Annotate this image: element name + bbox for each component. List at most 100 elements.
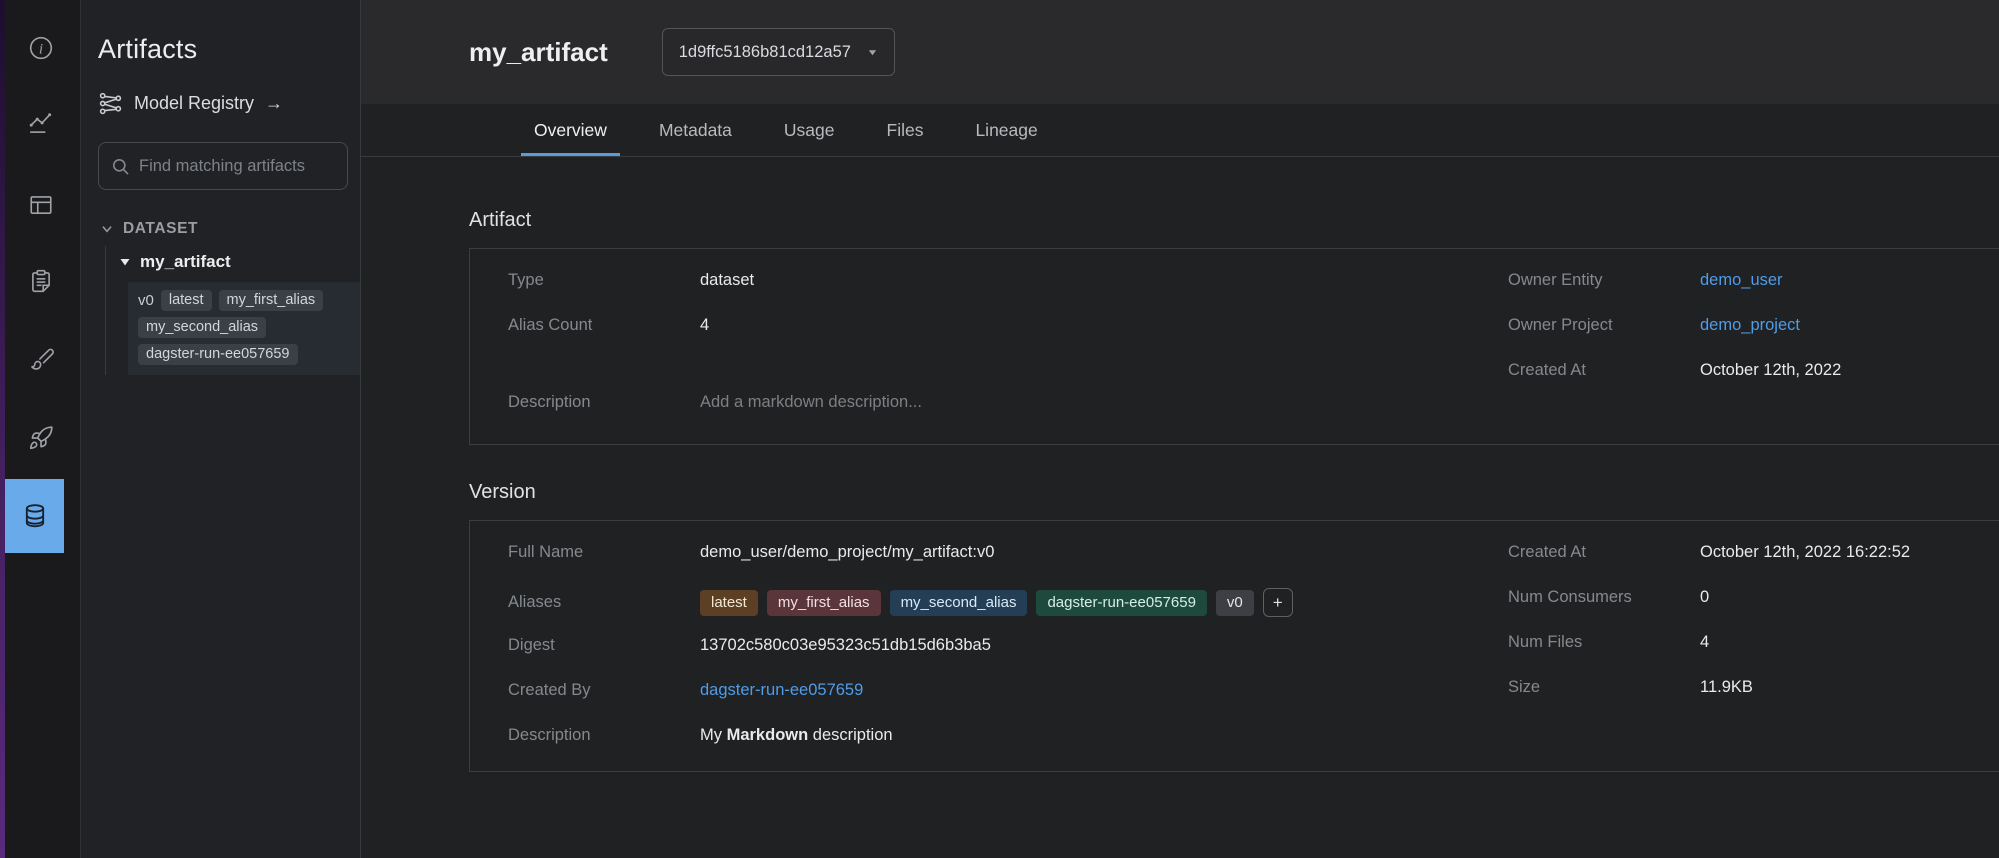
alias-badge: dagster-run-ee057659: [138, 344, 298, 365]
field-type: Type dataset: [508, 271, 1508, 290]
version-description-value: My Markdown description: [700, 726, 893, 745]
field-value: dataset: [700, 271, 754, 290]
sidebar-title: Artifacts: [98, 34, 348, 65]
field-label: Num Consumers: [1508, 588, 1700, 607]
artifact-panel: Type dataset Alias Count 4 Description A…: [469, 248, 1999, 445]
tree-node-dataset[interactable]: DATASET: [98, 220, 348, 238]
description-text: My: [700, 726, 727, 744]
field-label: Num Files: [1508, 633, 1700, 652]
field-label: Created At: [1508, 361, 1700, 380]
chevron-down-icon: [867, 47, 878, 58]
field-alias-count: Alias Count 4: [508, 316, 1508, 335]
field-label: Owner Project: [1508, 316, 1700, 335]
add-alias-button[interactable]: +: [1263, 588, 1293, 617]
tab-lineage[interactable]: Lineage: [962, 104, 1050, 156]
tree-node-my-artifact[interactable]: my_artifact: [106, 246, 348, 280]
alias-tag-my-first-alias[interactable]: my_first_alias: [767, 590, 881, 616]
rail-item-artifacts-selected[interactable]: [5, 479, 64, 553]
field-value: 4: [700, 316, 709, 335]
created-by-run-link[interactable]: dagster-run-ee057659: [700, 681, 863, 700]
alias-tag-dagster-run[interactable]: dagster-run-ee057659: [1036, 590, 1206, 616]
tree-artifact-label: my_artifact: [140, 252, 231, 272]
owner-project-link[interactable]: demo_project: [1700, 316, 1800, 335]
brush-icon[interactable]: [0, 345, 81, 371]
version-panel-right: Created At October 12th, 2022 16:22:52 N…: [1508, 543, 1999, 771]
version-number: v0: [138, 292, 154, 309]
model-registry-link[interactable]: Model Registry →: [98, 91, 348, 116]
alias-badge: my_second_alias: [138, 317, 266, 338]
field-digest: Digest 13702c580c03e95323c51db15d6b3ba5: [508, 636, 1508, 655]
tree-version-item-selected[interactable]: v0 latest my_first_alias my_second_alias…: [128, 282, 360, 375]
rocket-icon[interactable]: [0, 425, 81, 451]
field-num-files: Num Files 4: [1508, 633, 1999, 652]
field-value: 4: [1700, 633, 1709, 652]
main-panel: my_artifact 1d9ffc5186b81cd12a57 Overvie…: [361, 0, 1999, 858]
artifact-panel-right: Owner Entity demo_user Owner Project dem…: [1508, 271, 1999, 444]
version-section-heading: Version: [469, 481, 1999, 504]
artifact-panel-left: Type dataset Alias Count 4 Description A…: [508, 271, 1508, 444]
database-icon: [21, 502, 49, 530]
field-created-by: Created By dagster-run-ee057659: [508, 681, 1508, 700]
field-size: Size 11.9KB: [1508, 678, 1999, 697]
description-text: description: [808, 726, 892, 744]
artifact-tree: DATASET my_artifact v0 latest my_first_a…: [98, 220, 348, 375]
field-value: demo_user/demo_project/my_artifact:v0: [700, 543, 994, 562]
arrow-right-icon: →: [265, 93, 283, 114]
field-aliases: Aliases latest my_first_alias my_second_…: [508, 588, 1508, 617]
field-num-consumers: Num Consumers 0: [1508, 588, 1999, 607]
tab-overview[interactable]: Overview: [521, 104, 620, 156]
artifact-search[interactable]: [98, 142, 348, 190]
field-label: Description: [508, 726, 700, 745]
digest-value: 13702c580c03e95323c51db15d6b3ba5: [700, 636, 991, 655]
field-label: Full Name: [508, 543, 700, 562]
field-label: Created By: [508, 681, 700, 700]
field-label: Digest: [508, 636, 700, 655]
table-icon[interactable]: [0, 192, 81, 218]
line-chart-icon[interactable]: [0, 111, 81, 137]
field-label: Owner Entity: [1508, 271, 1700, 290]
field-created-at: Created At October 12th, 2022: [1508, 361, 1999, 380]
field-value: 0: [1700, 588, 1709, 607]
field-full-name: Full Name demo_user/demo_project/my_arti…: [508, 543, 1508, 562]
field-value: 11.9KB: [1700, 678, 1753, 697]
version-panel-left: Full Name demo_user/demo_project/my_arti…: [508, 543, 1508, 771]
field-label: Size: [1508, 678, 1700, 697]
field-owner-entity: Owner Entity demo_user: [1508, 271, 1999, 290]
svg-text:i: i: [38, 40, 42, 57]
clipboard-icon[interactable]: [0, 268, 81, 294]
version-selector-dropdown[interactable]: 1d9ffc5186b81cd12a57: [662, 28, 895, 76]
field-artifact-description: Description Add a markdown description..…: [508, 393, 1508, 412]
page-title: my_artifact: [469, 37, 608, 68]
overview-content: Artifact Type dataset Alias Count 4 Desc…: [361, 157, 1999, 772]
artifacts-sidebar: Artifacts Model Registry → DATASET: [81, 0, 361, 858]
alias-badge: my_first_alias: [219, 290, 324, 311]
artifact-tabs: Overview Metadata Usage Files Lineage: [361, 104, 1999, 157]
search-input[interactable]: [139, 157, 335, 176]
description-bold-text: Markdown: [727, 726, 809, 744]
version-panel: Full Name demo_user/demo_project/my_arti…: [469, 520, 1999, 772]
field-value: October 12th, 2022 16:22:52: [1700, 543, 1910, 562]
field-owner-project: Owner Project demo_project: [1508, 316, 1999, 335]
owner-entity-link[interactable]: demo_user: [1700, 271, 1783, 290]
info-icon[interactable]: i: [0, 35, 81, 61]
field-version-created-at: Created At October 12th, 2022 16:22:52: [1508, 543, 1999, 562]
tab-metadata[interactable]: Metadata: [646, 104, 745, 156]
field-label: Aliases: [508, 593, 700, 612]
chevron-down-icon: [100, 222, 114, 236]
alias-tag-my-second-alias[interactable]: my_second_alias: [890, 590, 1028, 616]
field-label: Created At: [1508, 543, 1700, 562]
alias-tag-v0[interactable]: v0: [1216, 590, 1254, 616]
artifact-section-heading: Artifact: [469, 209, 1999, 232]
field-label: Type: [508, 271, 700, 290]
alias-tag-latest[interactable]: latest: [700, 590, 758, 616]
artifact-titlebar: my_artifact 1d9ffc5186b81cd12a57: [361, 0, 1999, 104]
triangle-down-icon: [119, 256, 131, 268]
left-icon-rail: i: [0, 0, 81, 858]
tree-type-label: DATASET: [123, 220, 198, 238]
model-registry-icon: [98, 91, 123, 116]
tab-files[interactable]: Files: [874, 104, 937, 156]
description-placeholder[interactable]: Add a markdown description...: [700, 393, 922, 412]
tab-usage[interactable]: Usage: [771, 104, 848, 156]
field-value: October 12th, 2022: [1700, 361, 1841, 380]
dataset-subtree: my_artifact v0 latest my_first_alias my_…: [105, 246, 348, 375]
